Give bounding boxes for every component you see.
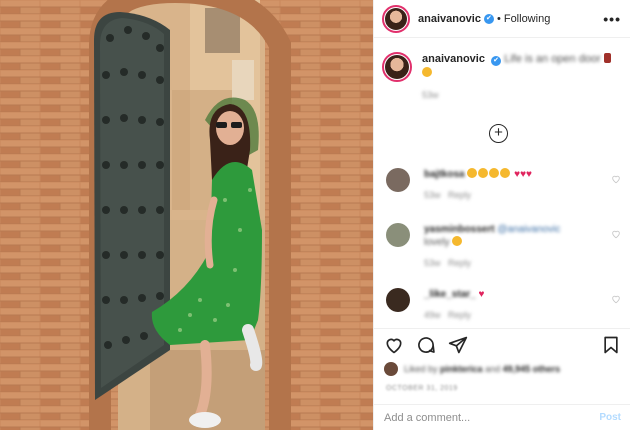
comment-item: bajtkosa ♥♥♥ 53w Reply bbox=[374, 168, 630, 202]
more-options-icon[interactable]: ••• bbox=[603, 11, 621, 27]
post-header: anaivanovic ✔ • Following ••• bbox=[374, 0, 630, 38]
like-comment-icon[interactable] bbox=[611, 174, 621, 184]
likes-prefix: Liked by bbox=[404, 364, 438, 374]
post-photo[interactable] bbox=[0, 0, 373, 430]
like-comment-icon[interactable] bbox=[611, 294, 621, 304]
emoji-icon bbox=[500, 168, 511, 178]
heart-emoji-icon: ♥ bbox=[526, 169, 532, 180]
emoji-icon bbox=[478, 168, 489, 178]
verified-badge-icon: ✔ bbox=[491, 56, 502, 66]
reply-button[interactable]: Reply bbox=[448, 258, 471, 268]
load-more-comments-icon[interactable]: + bbox=[489, 124, 508, 143]
post-action-bar bbox=[374, 328, 630, 360]
header-separator: • bbox=[496, 12, 501, 25]
emoji-icon bbox=[452, 236, 463, 246]
emoji-icon bbox=[489, 168, 500, 178]
comment-text: lovely bbox=[424, 237, 450, 248]
comment-item: _like_star_ ♥ 49w Reply bbox=[374, 288, 630, 322]
door-emoji-icon bbox=[603, 53, 611, 63]
commenter-avatar[interactable] bbox=[386, 288, 410, 312]
liker-avatar[interactable] bbox=[384, 362, 398, 376]
comment-bubble-icon[interactable] bbox=[416, 335, 436, 355]
caption-avatar[interactable] bbox=[382, 52, 412, 82]
like-comment-icon[interactable] bbox=[611, 229, 621, 239]
post-side-panel: anaivanovic ✔ • Following ••• anaivanovi… bbox=[373, 0, 630, 430]
add-comment-bar: Post bbox=[374, 404, 630, 430]
author-username[interactable]: anaivanovic bbox=[418, 13, 481, 25]
following-button[interactable]: Following bbox=[504, 13, 550, 25]
likes-middle: and bbox=[485, 364, 501, 374]
commenter-avatar[interactable] bbox=[386, 223, 410, 247]
heart-emoji-icon: ♥ bbox=[478, 289, 485, 300]
likes-summary: Liked by pinkterica and 49,945 others bbox=[384, 362, 560, 376]
comment-time: 53w bbox=[424, 190, 441, 200]
caption-time: 53w bbox=[422, 90, 439, 100]
photo-scene bbox=[0, 0, 373, 430]
comment-username[interactable]: _like_star_ bbox=[424, 289, 476, 300]
comment-username[interactable]: yasminbossert bbox=[424, 224, 495, 235]
commenter-avatar[interactable] bbox=[386, 168, 410, 192]
comments-section[interactable]: anaivanovic ✔ Life is an open door 53w +… bbox=[374, 38, 630, 328]
add-comment-input[interactable] bbox=[384, 411, 600, 424]
smile-emoji-icon bbox=[422, 67, 432, 77]
comment-time: 53w bbox=[424, 258, 441, 268]
comment-username[interactable]: bajtkosa bbox=[424, 169, 465, 180]
caption-text: Life is an open door bbox=[504, 53, 601, 65]
paper-plane-icon[interactable] bbox=[448, 335, 468, 355]
likes-count[interactable]: 49,945 others bbox=[503, 364, 561, 374]
post-caption: anaivanovic ✔ Life is an open door 53w bbox=[374, 38, 630, 102]
caption-username[interactable]: anaivanovic bbox=[422, 53, 485, 65]
author-avatar[interactable] bbox=[382, 4, 410, 33]
liker-username[interactable]: pinkterica bbox=[440, 364, 483, 374]
bookmark-icon[interactable] bbox=[601, 335, 621, 355]
reply-button[interactable]: Reply bbox=[448, 310, 471, 320]
comment-time: 49w bbox=[424, 310, 441, 320]
reply-button[interactable]: Reply bbox=[448, 190, 471, 200]
post-comment-button[interactable]: Post bbox=[599, 412, 621, 423]
comment-mention[interactable]: @anaivanovic bbox=[497, 224, 560, 235]
heart-outline-icon[interactable] bbox=[384, 335, 404, 355]
verified-badge-icon: ✔ bbox=[483, 13, 494, 24]
comment-item: yasminbossert @anaivanovic lovely 53w Re… bbox=[374, 223, 630, 270]
emoji-icon bbox=[467, 168, 478, 178]
post-date[interactable]: OCTOBER 31, 2019 bbox=[386, 385, 458, 392]
